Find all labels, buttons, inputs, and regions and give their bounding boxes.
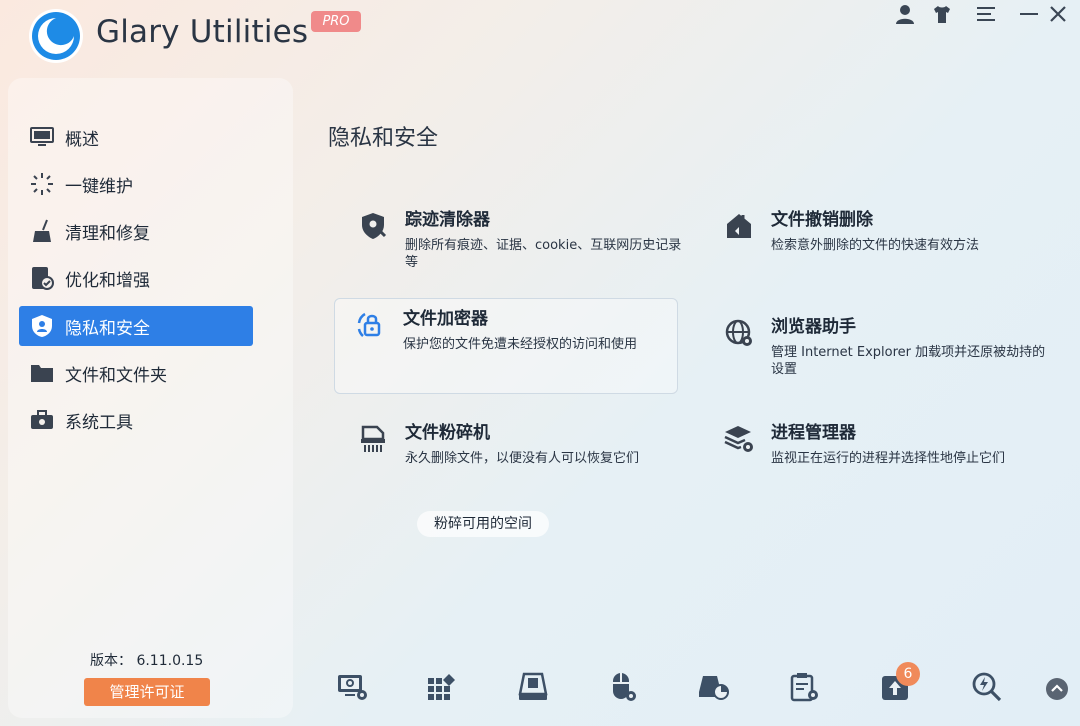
card-description: 保护您的文件免遭未经授权的访问和使用: [403, 337, 638, 352]
title-bar: Glary Utilities PRO: [0, 0, 1080, 70]
card-title: 进程管理器: [771, 423, 856, 443]
mouse-gear-icon[interactable]: [606, 670, 640, 704]
card-browser-assistant[interactable]: 浏览器助手 管理 Internet Explorer 加载项并还原被劫持的设置: [703, 307, 1047, 403]
scroll-up-icon[interactable]: [1046, 678, 1068, 700]
card-title: 文件撤销删除: [771, 210, 873, 230]
menu-icon[interactable]: [975, 3, 997, 25]
version-label: 版本：: [90, 653, 132, 669]
shield-eraser-icon: [357, 210, 389, 242]
disk-icon[interactable]: [516, 670, 550, 704]
card-title: 文件加密器: [403, 309, 488, 329]
sidebar-item-label: 优化和增强: [65, 270, 150, 291]
sidebar-item-system-tools[interactable]: 系统工具: [19, 400, 253, 440]
sidebar: 概述 一键维护 清理和修复 优化和增强 隐私和安全 文件和文件夹 系统工具: [8, 78, 293, 718]
sidebar-item-label: 清理和修复: [65, 223, 150, 244]
shirt-skin-icon[interactable]: [931, 3, 953, 25]
sidebar-item-privacy[interactable]: 隐私和安全: [19, 306, 253, 346]
card-title: 浏览器助手: [771, 317, 856, 337]
sidebar-item-label: 概述: [65, 129, 99, 150]
minimize-icon[interactable]: [1018, 3, 1040, 25]
card-description: 删除所有痕迹、证据、cookie、互联网历史记录等: [405, 238, 682, 270]
update-count-badge: 6: [896, 662, 920, 686]
card-process-manager[interactable]: 进程管理器 监视正在运行的进程并选择性地停止它们: [703, 413, 1047, 509]
app-logo-icon: [28, 8, 84, 64]
shred-free-space-button[interactable]: 粉碎可用的空间: [417, 511, 549, 537]
spark-icon: [29, 171, 55, 197]
card-description: 检索意外删除的文件的快速有效方法: [771, 238, 980, 253]
card-title: 踪迹清除器: [405, 210, 490, 230]
sidebar-item-label: 一键维护: [65, 176, 133, 197]
shredder-icon: [357, 423, 389, 455]
layers-gear-icon: [723, 423, 755, 455]
sidebar-item-label: 文件和文件夹: [65, 365, 167, 386]
sidebar-item-optimize[interactable]: 优化和增强: [19, 258, 253, 298]
magnify-bolt-icon[interactable]: [970, 670, 1004, 704]
sidebar-item-label: 系统工具: [65, 412, 133, 433]
user-icon[interactable]: [894, 3, 916, 25]
version-value: 6.11.0.15: [136, 653, 204, 669]
manage-license-button[interactable]: 管理许可证: [84, 678, 210, 706]
card-tracks-eraser[interactable]: 踪迹清除器 删除所有痕迹、证据、cookie、互联网历史记录等: [337, 200, 681, 296]
card-file-undelete[interactable]: 文件撤销删除 检索意外删除的文件的快速有效方法: [703, 200, 1047, 296]
card-description: 监视正在运行的进程并选择性地停止它们: [771, 451, 1006, 466]
sidebar-item-one-click[interactable]: 一键维护: [19, 164, 253, 204]
monitor-gear-icon[interactable]: [335, 670, 369, 704]
apps-grid-icon[interactable]: [425, 670, 459, 704]
card-file-encrypter[interactable]: 文件加密器 保护您的文件免遭未经授权的访问和使用: [334, 298, 678, 394]
close-icon[interactable]: [1047, 3, 1069, 25]
card-description: 管理 Internet Explorer 加载项并还原被劫持的设置: [771, 345, 1046, 377]
sidebar-item-label: 隐私和安全: [65, 318, 150, 339]
sidebar-item-overview[interactable]: 概述: [19, 117, 253, 157]
card-file-shredder[interactable]: 文件粉碎机 永久删除文件，以便没有人可以恢复它们: [337, 413, 681, 509]
pro-badge: PRO: [311, 11, 361, 32]
lock-encrypt-icon: [355, 309, 387, 341]
broom-icon: [29, 218, 55, 244]
version-info: 版本： 6.11.0.15: [90, 650, 203, 670]
card-description: 永久删除文件，以便没有人可以恢复它们: [405, 451, 640, 466]
card-title: 文件粉碎机: [405, 423, 490, 443]
speed-check-icon: [29, 265, 55, 291]
shield-user-icon: [29, 313, 55, 339]
pie-disk-icon[interactable]: [697, 670, 731, 704]
app-title: Glary Utilities: [96, 14, 309, 50]
undelete-house-icon: [723, 210, 755, 242]
monitor-icon: [29, 124, 55, 150]
clipboard-gear-icon[interactable]: [788, 670, 822, 704]
toolbox-icon: [29, 407, 55, 433]
folder-icon: [29, 360, 55, 386]
sidebar-item-files[interactable]: 文件和文件夹: [19, 353, 253, 393]
sidebar-item-cleanup[interactable]: 清理和修复: [19, 211, 253, 251]
globe-gear-icon: [723, 317, 755, 349]
page-title: 隐私和安全: [328, 126, 439, 151]
